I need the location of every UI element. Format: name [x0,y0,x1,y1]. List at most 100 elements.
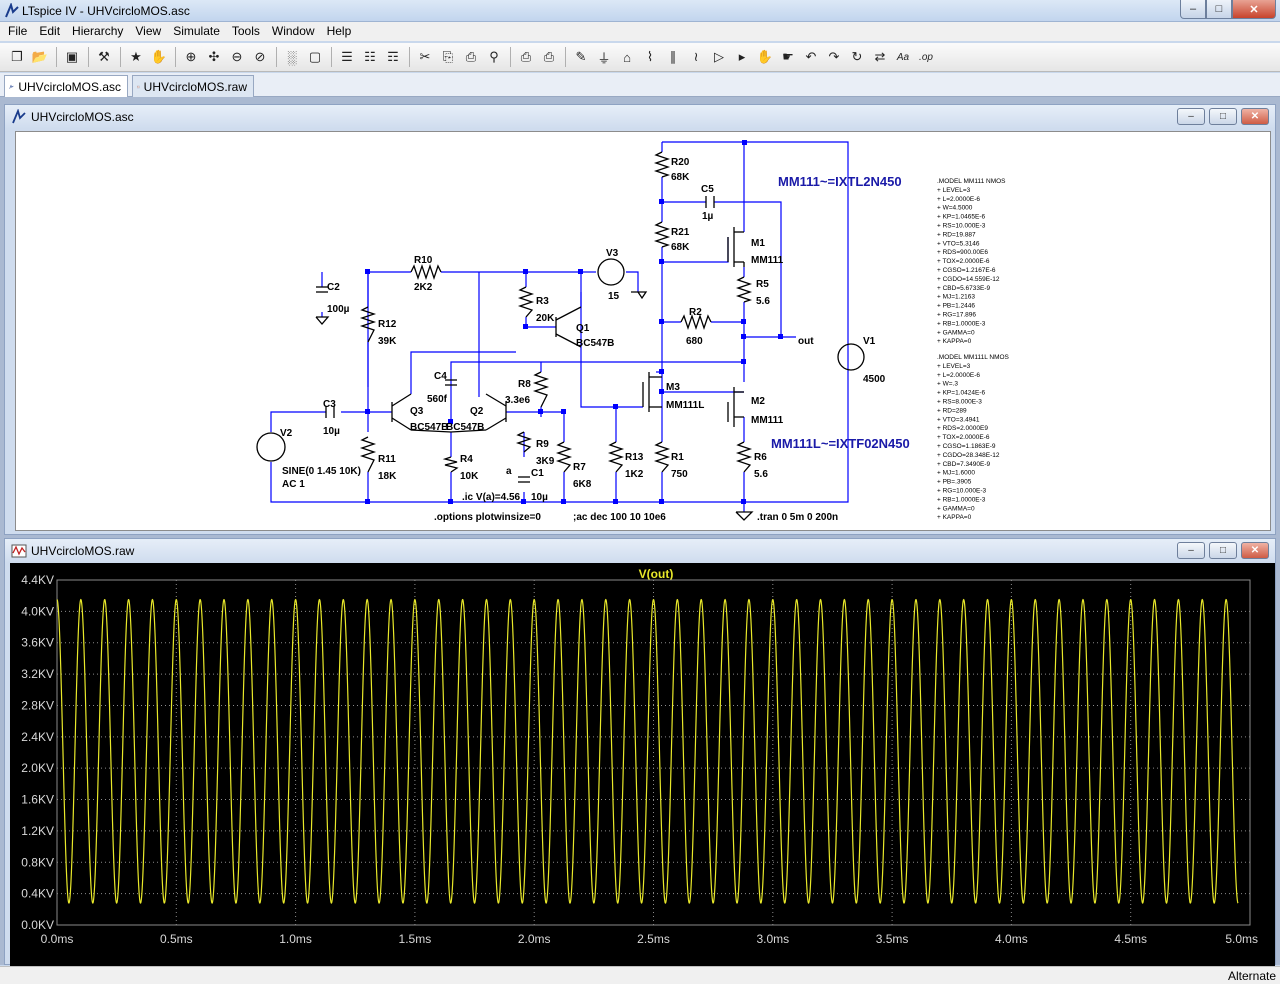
tile-horizontal-icon[interactable]: ☰ [336,46,358,68]
ground-icon[interactable]: ⏚ [593,46,615,68]
zoom-cancel-icon[interactable]: ⊘ [249,46,271,68]
waveform-doc-icon [11,544,27,558]
schematic-doc-icon [12,109,26,124]
toolbar-separator [276,47,277,67]
svg-text:BC547B: BC547B [446,422,484,433]
schematic-canvas[interactable]: R20 68K C5 1µ R21 68K M1 MM111 R5 5.6 R2… [15,131,1271,531]
svg-text:;ac dec 100 10 10e6: ;ac dec 100 10 10e6 [573,512,666,523]
schematic-restore-button[interactable]: □ [1209,108,1237,125]
toolbar-separator [565,47,566,67]
minimize-button[interactable]: – [1180,0,1206,19]
cut-icon[interactable]: ✂ [414,46,436,68]
print-setup-icon[interactable]: ⎙ [515,46,537,68]
trace-vout[interactable] [56,598,1239,904]
schematic-drawing[interactable]: R20 68K C5 1µ R21 68K M1 MM111 R5 5.6 R2… [16,132,1271,531]
waveform-close-button[interactable]: ✕ [1241,542,1269,559]
cascade-icon[interactable]: ☷ [359,46,381,68]
x-tick-label: 2.5ms [637,932,670,946]
waveform-restore-button[interactable]: □ [1209,542,1237,559]
spice-directive-icon[interactable]: .op [915,46,937,68]
model-line: .MODEL MM111 NMOS [937,178,1006,185]
menu-file[interactable]: File [2,22,33,41]
copy-icon[interactable]: ⎘ [437,46,459,68]
menu-tools[interactable]: Tools [226,22,266,41]
halt-icon[interactable]: ✋ [148,46,170,68]
close-button[interactable]: ✕ [1232,0,1276,19]
svg-text:M1: M1 [751,238,765,249]
menu-bar: File Edit Hierarchy View Simulate Tools … [0,22,1280,41]
undo-icon[interactable]: ↶ [800,46,822,68]
pan-icon[interactable]: ✣ [203,46,225,68]
x-axis-ticks: 0.0ms 0.5ms 1.0ms 1.5ms 2.0ms 2.5ms 3.0ms 3.5ms… [41,932,1258,946]
menu-window[interactable]: Window [266,22,321,41]
diode-icon[interactable]: ▷ [708,46,730,68]
svg-text:68K: 68K [671,172,690,183]
waveform-plot[interactable]: V(out) 0.0KV 0.4KV 0.8KV 1.2KV 1.6KV 2.0KV 2.4… [10,563,1275,966]
waveform-window: UHVcircloMOS.raw – □ ✕ V(out) 0.0KV 0.4KV… [4,538,1276,966]
svg-text:R7: R7 [573,462,586,473]
model-line: + W=4.5000 [937,205,973,212]
mm111-note: MM111~=IXTL2N450 [778,174,902,189]
tab-schematic[interactable]: UHVcircloMOS.asc [4,75,128,98]
menu-help[interactable]: Help [321,22,358,41]
print-icon[interactable]: ⎙ [538,46,560,68]
model-line: + KAPPA=0 [937,514,972,521]
resistor-icon[interactable]: ⌇ [639,46,661,68]
autorange-icon[interactable]: ░ [281,46,303,68]
tab-waveform[interactable]: UHVcircloMOS.raw [132,75,254,97]
run-icon[interactable]: ★ [125,46,147,68]
y-tick-label: 2.8KV [21,698,54,712]
drag-icon[interactable]: ☛ [777,46,799,68]
maximize-button[interactable]: □ [1206,0,1232,19]
waveform-minimize-button[interactable]: – [1177,542,1205,559]
model-line: .MODEL MM111L NMOS [937,354,1010,361]
svg-text:AC 1: AC 1 [282,479,305,490]
model-line: + L=2.0000E-6 [937,372,980,379]
control-panel-icon[interactable]: ⚒ [93,46,115,68]
menu-simulate[interactable]: Simulate [167,22,226,41]
mirror-icon[interactable]: ⇄ [869,46,891,68]
svg-text:15: 15 [608,291,620,302]
rotate-icon[interactable]: ↻ [846,46,868,68]
find-icon[interactable]: ⚲ [483,46,505,68]
toolbar: ❐ 📂 ▣ ⚒ ★ ✋ ⊕ ✣ ⊖ ⊘ ░ ▢ ☰ ☷ ☶ ✂ ⎘ ⎙ ⚲ ⎙ ⎙ ✎ ⏚ ⌂ ⌇ ∥ ≀ ▷ ▸ ✋ ☛ ↶ ↷ ↻ ⇄ Aa .op [0,43,1280,72]
toolbar-separator [175,47,176,67]
svg-text:Q1: Q1 [576,323,590,334]
capacitor-icon[interactable]: ∥ [662,46,684,68]
trace-label-vout[interactable]: V(out) [639,567,674,581]
paste-icon[interactable]: ⎙ [460,46,482,68]
svg-text:R6: R6 [754,452,767,463]
text-icon[interactable]: Aa [892,46,914,68]
waveform-chart[interactable]: V(out) 0.0KV 0.4KV 0.8KV 1.2KV 1.6KV 2.0KV 2.4… [10,563,1275,966]
new-schematic-icon[interactable]: ❐ [6,46,28,68]
menu-hierarchy[interactable]: Hierarchy [66,22,129,41]
move-icon[interactable]: ✋ [754,46,776,68]
svg-text:BC547B: BC547B [410,422,448,433]
waveform-window-titlebar[interactable]: UHVcircloMOS.raw – □ ✕ [5,539,1275,563]
svg-text:R9: R9 [536,439,549,450]
redo-icon[interactable]: ↷ [823,46,845,68]
svg-text:10K: 10K [460,471,479,482]
menu-edit[interactable]: Edit [33,22,66,41]
zoom-full-icon[interactable]: ▢ [304,46,326,68]
open-icon[interactable]: 📂 [29,46,51,68]
x-tick-label: 5.0ms [1225,932,1258,946]
draw-wire-icon[interactable]: ✎ [570,46,592,68]
svg-text:C2: C2 [327,282,340,293]
plot-grid [56,579,1251,926]
tile-vertical-icon[interactable]: ☶ [382,46,404,68]
zoom-in-icon[interactable]: ⊕ [180,46,202,68]
svg-text:1K2: 1K2 [625,469,644,480]
schematic-close-button[interactable]: ✕ [1241,108,1269,125]
schematic-window-titlebar[interactable]: UHVcircloMOS.asc – □ ✕ [5,105,1275,129]
inductor-icon[interactable]: ≀ [685,46,707,68]
model-line: + KP=1.0424E-6 [937,390,985,397]
toolbar-separator [510,47,511,67]
svg-text:MM111: MM111 [751,415,784,426]
menu-view[interactable]: View [129,22,167,41]
zoom-out-icon[interactable]: ⊖ [226,46,248,68]
label-net-icon[interactable]: ⌂ [616,46,638,68]
component-icon[interactable]: ▸ [731,46,753,68]
schematic-minimize-button[interactable]: – [1177,108,1205,125]
save-icon[interactable]: ▣ [61,46,83,68]
